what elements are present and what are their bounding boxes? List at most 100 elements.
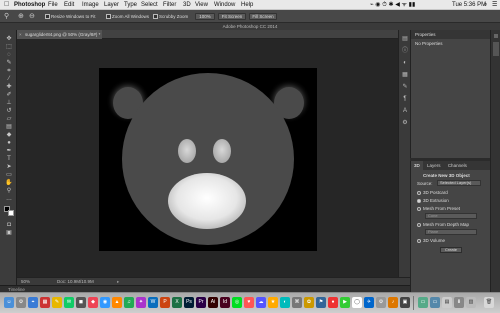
fill-screen-button[interactable]: Fill Screen (249, 13, 277, 20)
pen-tool-icon[interactable]: ✒ (5, 148, 13, 154)
rectangle-tool-icon[interactable]: ▭ (5, 172, 13, 178)
app-icon-22[interactable]: ★ (268, 297, 278, 308)
app-icon-19[interactable]: ◎ (232, 297, 242, 308)
lasso-tool-icon[interactable]: ◌ (5, 52, 13, 58)
trash-icon[interactable]: 🗑 (484, 297, 494, 308)
app-icon-25[interactable]: ✿ (304, 297, 314, 308)
menu-type[interactable]: Type (124, 1, 137, 9)
paragraph-panel-icon[interactable]: ¶ (401, 96, 409, 102)
brush-tool-icon[interactable]: ✐ (5, 92, 13, 98)
option-mesh-preset[interactable]: Mesh From Preset (417, 206, 460, 211)
tab-layers[interactable]: Layers (424, 161, 444, 170)
menu-help[interactable]: Help (241, 1, 253, 9)
app-icon-11[interactable]: ✦ (136, 297, 146, 308)
app-icon-31[interactable]: ⚙ (376, 297, 386, 308)
resize-windows-checkbox[interactable]: Resize Windows to Fit (45, 14, 96, 20)
more-tools-icon[interactable]: … (5, 196, 13, 202)
info-panel-icon[interactable]: ⓘ (401, 48, 409, 54)
app-icon-23[interactable]: ◐ (280, 297, 290, 308)
preset-select[interactable]: Cone (425, 213, 477, 219)
finder-icon[interactable]: ☺ (4, 297, 14, 308)
brush-panel-icon[interactable]: ✎ (401, 84, 409, 90)
app-icon-27[interactable]: ● (328, 297, 338, 308)
safari-icon[interactable]: ⌖ (28, 297, 38, 308)
option-mesh-depth[interactable]: Mesh From Depth Map (417, 222, 469, 227)
zoom-all-checkbox[interactable]: Zoom All Windows (106, 14, 149, 20)
adjustments-panel-icon[interactable]: ◐ (401, 60, 409, 66)
app-icon-29[interactable]: ◯ (352, 297, 362, 308)
dock-handle[interactable] (493, 42, 499, 56)
search-icon[interactable]: ⌕ (484, 1, 487, 9)
canvas-area[interactable] (17, 39, 410, 277)
source-select[interactable]: Selected Layer(s) (437, 180, 481, 186)
marquee-tool-icon[interactable]: ⬚ (5, 44, 13, 50)
healing-brush-tool-icon[interactable]: ✚ (5, 84, 13, 90)
folder-icon-1[interactable]: ▭ (418, 297, 428, 308)
app-icon-32[interactable]: ♪ (388, 297, 398, 308)
app-icon-8[interactable]: ◉ (100, 297, 110, 308)
create-button[interactable]: Create (440, 247, 462, 253)
launchpad-icon[interactable]: ⚙ (16, 297, 26, 308)
app-icon-26[interactable]: ⚑ (316, 297, 326, 308)
menu-3d[interactable]: 3D (183, 1, 191, 9)
clone-stamp-tool-icon[interactable]: ⊥ (5, 100, 13, 106)
hand-tool-icon[interactable]: ✋ (5, 180, 13, 186)
folder-icon-2[interactable]: ▭ (430, 297, 440, 308)
gradient-tool-icon[interactable]: ▤ (5, 124, 13, 130)
app-icon-33[interactable]: ▣ (400, 297, 410, 308)
photoshop-dock-icon[interactable]: Ps (184, 297, 194, 308)
menu-filter[interactable]: Filter (163, 1, 176, 9)
tab-channels[interactable]: Channels (445, 161, 470, 170)
zoom-tool-side-icon[interactable]: ⚲ (5, 188, 13, 194)
apple-logo-icon[interactable]:  (4, 1, 9, 9)
app-icon-21[interactable]: ☁ (256, 297, 266, 308)
character-panel-icon[interactable]: A (401, 108, 409, 114)
menu-edit[interactable]: Edit (64, 1, 74, 9)
zoom-out-icon[interactable]: ⊖ (29, 12, 35, 20)
eraser-tool-icon[interactable]: ▱ (5, 116, 13, 122)
illustrator-dock-icon[interactable]: Ai (208, 297, 218, 308)
app-icon-10[interactable]: ♫ (124, 297, 134, 308)
history-panel-icon[interactable]: ▤ (401, 36, 409, 42)
app-icon-12[interactable]: W (148, 297, 158, 308)
app-icon-14[interactable]: X (172, 297, 182, 308)
quick-select-tool-icon[interactable]: ✎ (5, 60, 13, 66)
menu-window[interactable]: Window (214, 1, 235, 9)
move-tool-icon[interactable]: ✥ (5, 36, 13, 42)
notes-icon[interactable]: ✎ (52, 297, 62, 308)
100-percent-button[interactable]: 100% (195, 13, 215, 20)
zoom-in-icon[interactable]: ⊕ (18, 12, 24, 20)
premiere-dock-icon[interactable]: Pr (196, 297, 206, 308)
menu-photoshop[interactable]: Photoshop (14, 1, 45, 9)
app-icon-28[interactable]: ▶ (340, 297, 350, 308)
close-tab-icon[interactable]: × (19, 30, 22, 39)
menu-view[interactable]: View (195, 1, 208, 9)
app-icon-6[interactable]: ◼ (76, 297, 86, 308)
stack-icon[interactable]: ▥ (466, 297, 476, 308)
app-icon-13[interactable]: P (160, 297, 170, 308)
type-tool-icon[interactable]: T (5, 156, 13, 162)
screen-mode-icon[interactable]: ▣ (5, 230, 13, 236)
background-color-swatch[interactable] (8, 210, 14, 216)
tool-presets-icon[interactable]: ⚙ (401, 120, 409, 126)
option-3d-volume[interactable]: 3D Volume (417, 238, 445, 243)
option-3d-extrusion[interactable]: 3D Extrusion (417, 198, 449, 203)
document-tab[interactable]: × sugarglider84.png @ 50% (Gray/8#) * (17, 30, 102, 39)
swatches-panel-icon[interactable]: ▦ (401, 72, 409, 78)
menu-file[interactable]: File (48, 1, 58, 9)
app-icon-9[interactable]: ▲ (112, 297, 122, 308)
zoom-tool-icon[interactable]: ⚲ (4, 12, 9, 20)
document-icon[interactable]: ▤ (442, 297, 452, 308)
depth-map-select[interactable]: Plane (425, 229, 477, 235)
downloads-icon[interactable]: ⬇ (454, 297, 464, 308)
dodge-tool-icon[interactable]: ● (5, 140, 13, 146)
quick-mask-icon[interactable]: ◘ (5, 222, 13, 228)
app-icon-24[interactable]: ⌘ (292, 297, 302, 308)
app-icon-7[interactable]: ◆ (88, 297, 98, 308)
menu-select[interactable]: Select (141, 1, 158, 9)
indesign-dock-icon[interactable]: Id (220, 297, 230, 308)
history-brush-tool-icon[interactable]: ↺ (5, 108, 13, 114)
blur-tool-icon[interactable]: ◆ (5, 132, 13, 138)
menu-image[interactable]: Image (82, 1, 99, 9)
list-icon[interactable]: ☰ (492, 1, 497, 9)
